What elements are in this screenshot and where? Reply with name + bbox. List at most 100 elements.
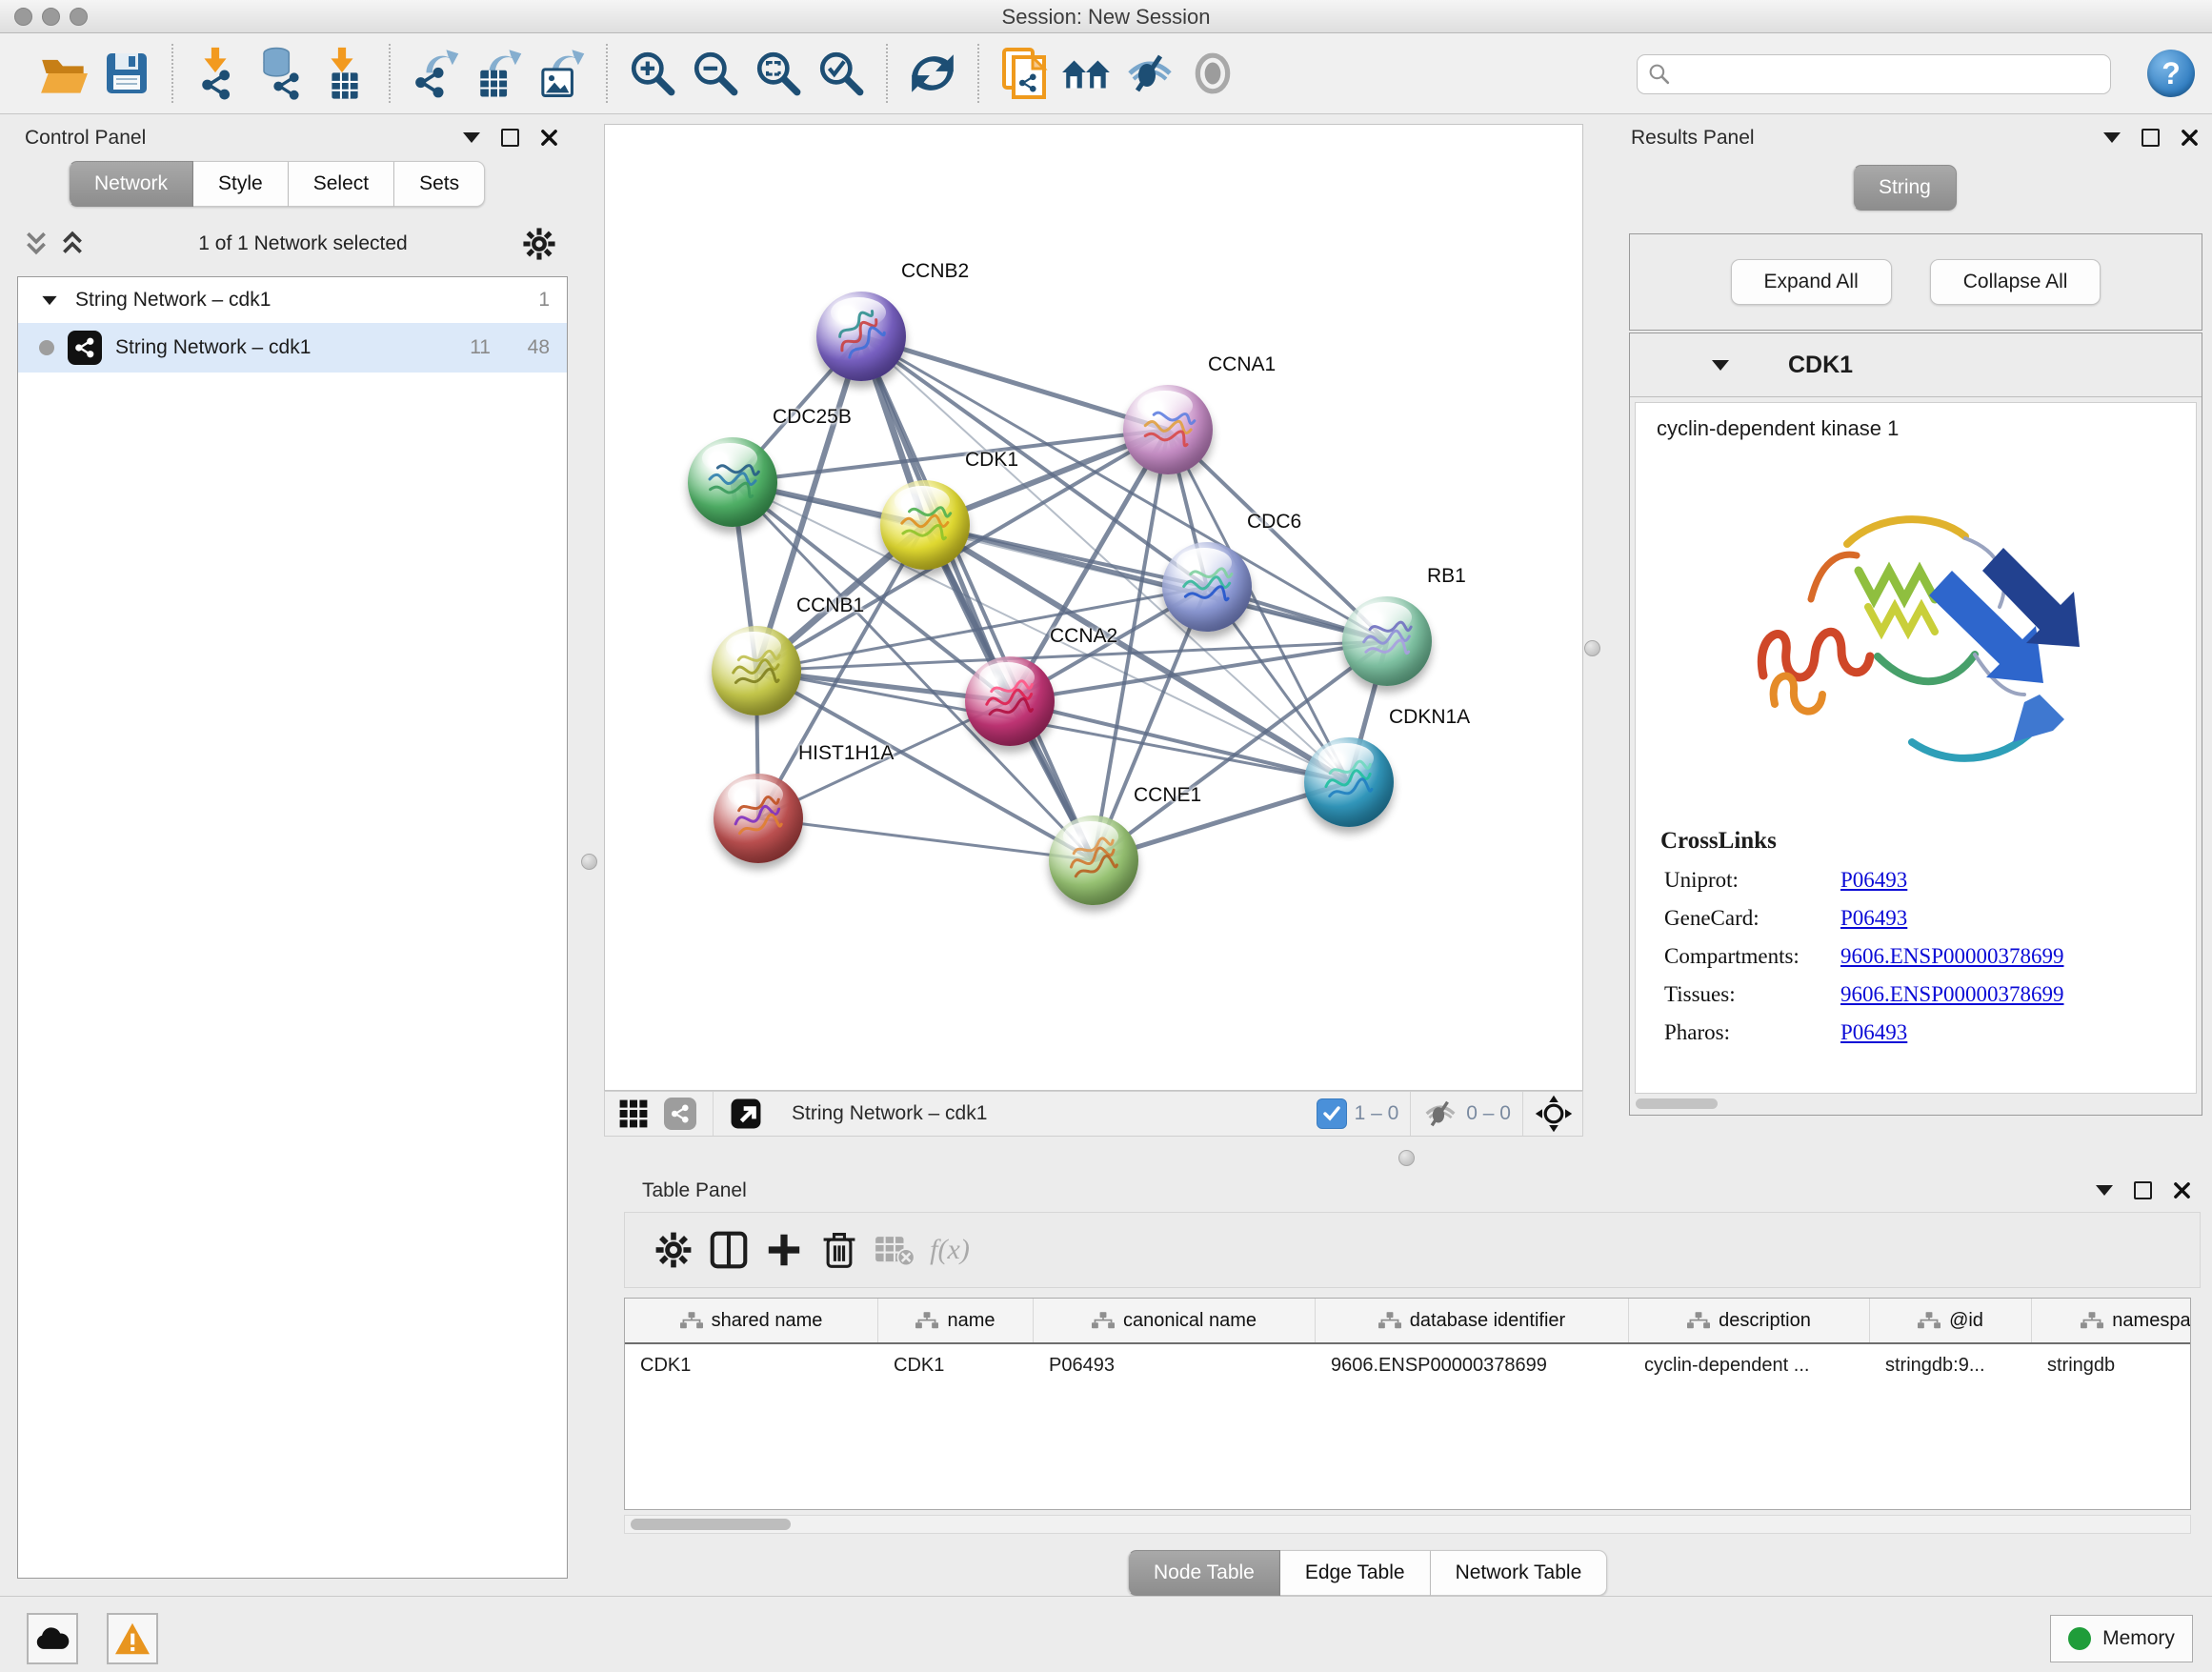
new-network-from-selection-button[interactable] [997, 45, 1051, 102]
table-panel-float-button[interactable] [2134, 1181, 2152, 1199]
network-node-hist1h1a[interactable] [714, 774, 803, 863]
import-table-from-file-button[interactable] [317, 45, 371, 102]
left-splitter-handle[interactable] [581, 854, 597, 870]
column-header-name[interactable]: name [878, 1299, 1034, 1342]
table-cell[interactable]: cyclin-dependent ... [1629, 1355, 1870, 1377]
cdk1-section-header[interactable]: CDK1 [1630, 333, 2202, 397]
first-neighbors-button[interactable] [1060, 45, 1114, 102]
birdseye-grid-button[interactable] [613, 1095, 654, 1133]
tab-network-table[interactable]: Network Table [1431, 1550, 1608, 1596]
table-cell[interactable]: 9606.ENSP00000378699 [1316, 1355, 1629, 1377]
right-splitter-handle[interactable] [1584, 640, 1600, 656]
tab-sets[interactable]: Sets [394, 161, 485, 207]
results-hscroll-thumb[interactable] [1636, 1098, 1718, 1109]
network-node-ccna1[interactable] [1123, 385, 1213, 474]
network-node-cdc6[interactable] [1162, 542, 1252, 632]
table-row[interactable]: CDK1CDK1P064939606.ENSP00000378699cyclin… [625, 1344, 2190, 1386]
crosslink-link[interactable]: P06493 [1840, 868, 1907, 893]
memory-button[interactable]: Memory [2050, 1615, 2193, 1662]
tab-node-table[interactable]: Node Table [1128, 1550, 1280, 1596]
tab-edge-table[interactable]: Edge Table [1280, 1550, 1431, 1596]
table-hscrollbar[interactable] [624, 1515, 2191, 1534]
tab-style[interactable]: Style [193, 161, 289, 207]
column-header-database-identifier[interactable]: database identifier [1316, 1299, 1629, 1342]
zoom-in-button[interactable] [626, 45, 679, 102]
cdk1-disclosure-icon[interactable] [1712, 360, 1729, 371]
table-panel-close-icon[interactable] [2173, 1181, 2191, 1199]
network-node-cdc25b[interactable] [688, 437, 777, 527]
table-cell[interactable]: CDK1 [625, 1355, 878, 1377]
show-columns-button[interactable] [701, 1224, 756, 1276]
results-panel-float-button[interactable] [2142, 129, 2160, 147]
table-cell[interactable]: CDK1 [878, 1355, 1034, 1377]
zoom-fit-button[interactable] [752, 45, 805, 102]
delete-columns-button[interactable] [812, 1224, 867, 1276]
results-panel-close-icon[interactable] [2181, 129, 2199, 147]
export-network-button[interactable] [409, 45, 462, 102]
crosslink-link[interactable]: 9606.ENSP00000378699 [1840, 944, 2064, 969]
warnings-button[interactable] [107, 1613, 158, 1664]
zoom-out-button[interactable] [689, 45, 742, 102]
open-session-button[interactable] [37, 45, 90, 102]
table-cell[interactable]: P06493 [1034, 1355, 1316, 1377]
table-cell[interactable]: stringdb [2032, 1355, 2191, 1377]
crosshair-fit-icon[interactable] [1535, 1095, 1573, 1133]
zoom-selected-button[interactable] [814, 45, 868, 102]
toolbar-separator [389, 44, 391, 103]
table-panel-menu-button[interactable] [2096, 1185, 2113, 1196]
column-header-shared-name[interactable]: shared name [625, 1299, 878, 1342]
network-node-ccnb1[interactable] [712, 626, 801, 715]
table-options-gear-button[interactable] [646, 1224, 701, 1276]
crosslink-link[interactable]: 9606.ENSP00000378699 [1840, 982, 2064, 1007]
network-node-cdk1[interactable] [880, 480, 970, 570]
collapse-all-chevrons-icon[interactable] [25, 231, 48, 257]
control-panel-float-button[interactable] [501, 129, 519, 147]
network-node-ccne1[interactable] [1049, 816, 1138, 905]
column-header-namespace[interactable]: namespace [2032, 1299, 2191, 1342]
tab-network[interactable]: Network [69, 161, 193, 207]
network-share-button[interactable] [659, 1095, 701, 1133]
hide-graphics-details-button[interactable] [1123, 45, 1176, 102]
function-builder-button[interactable]: f(x) [922, 1224, 977, 1276]
network-collection-row[interactable]: String Network – cdk1 1 [18, 277, 567, 323]
bottom-splitter-handle[interactable] [1398, 1150, 1415, 1166]
network-options-gear-icon[interactable] [522, 227, 556, 261]
column-label: @id [1949, 1310, 1983, 1332]
import-network-from-database-button[interactable] [254, 45, 308, 102]
network-canvas[interactable]: CCNB2CCNA1CDC25BCDK1CDC6RB1CCNB1CCNA2CDK… [604, 124, 1583, 1091]
network-node-ccnb2[interactable] [816, 292, 906, 381]
control-panel-close-icon[interactable] [540, 129, 558, 147]
network-node-cdkn1a[interactable] [1304, 737, 1394, 827]
column-header-canonical-name[interactable]: canonical name [1034, 1299, 1316, 1342]
crosslink-link[interactable]: P06493 [1840, 906, 1907, 931]
refresh-view-button[interactable] [906, 45, 959, 102]
column-header-description[interactable]: description [1629, 1299, 1870, 1342]
network-node-ccna2[interactable] [965, 656, 1055, 746]
open-in-window-button[interactable] [725, 1095, 767, 1133]
table-cell[interactable]: stringdb:9... [1870, 1355, 2032, 1377]
selected-checkbox-icon[interactable] [1317, 1098, 1347, 1129]
expand-all-button[interactable]: Expand All [1731, 259, 1892, 305]
results-panel-menu-button[interactable] [2103, 132, 2121, 143]
export-image-button[interactable] [534, 45, 588, 102]
import-network-from-file-button[interactable] [191, 45, 245, 102]
network-row-selected[interactable]: String Network – cdk1 11 48 [18, 323, 567, 373]
save-session-button[interactable] [100, 45, 153, 102]
tab-string[interactable]: String [1853, 165, 1957, 211]
search-input[interactable] [1672, 63, 2110, 87]
collapse-all-button[interactable]: Collapse All [1930, 259, 2101, 305]
control-panel-menu-button[interactable] [463, 132, 480, 143]
help-button[interactable]: ? [2147, 50, 2195, 97]
column-header-@id[interactable]: @id [1870, 1299, 2032, 1342]
hidden-eye-slash-icon[interactable] [1422, 1099, 1458, 1128]
network-node-rb1[interactable] [1342, 596, 1432, 686]
crosslink-link[interactable]: P06493 [1840, 1020, 1907, 1045]
collection-disclosure-icon[interactable] [42, 295, 56, 304]
tab-select[interactable]: Select [289, 161, 394, 207]
expand-all-chevrons-icon[interactable] [61, 231, 84, 257]
clear-table-button[interactable] [867, 1224, 922, 1276]
export-table-button[interactable] [472, 45, 525, 102]
cloud-status-button[interactable] [27, 1613, 78, 1664]
table-hscroll-thumb[interactable] [631, 1519, 791, 1530]
create-column-button[interactable] [756, 1224, 812, 1276]
